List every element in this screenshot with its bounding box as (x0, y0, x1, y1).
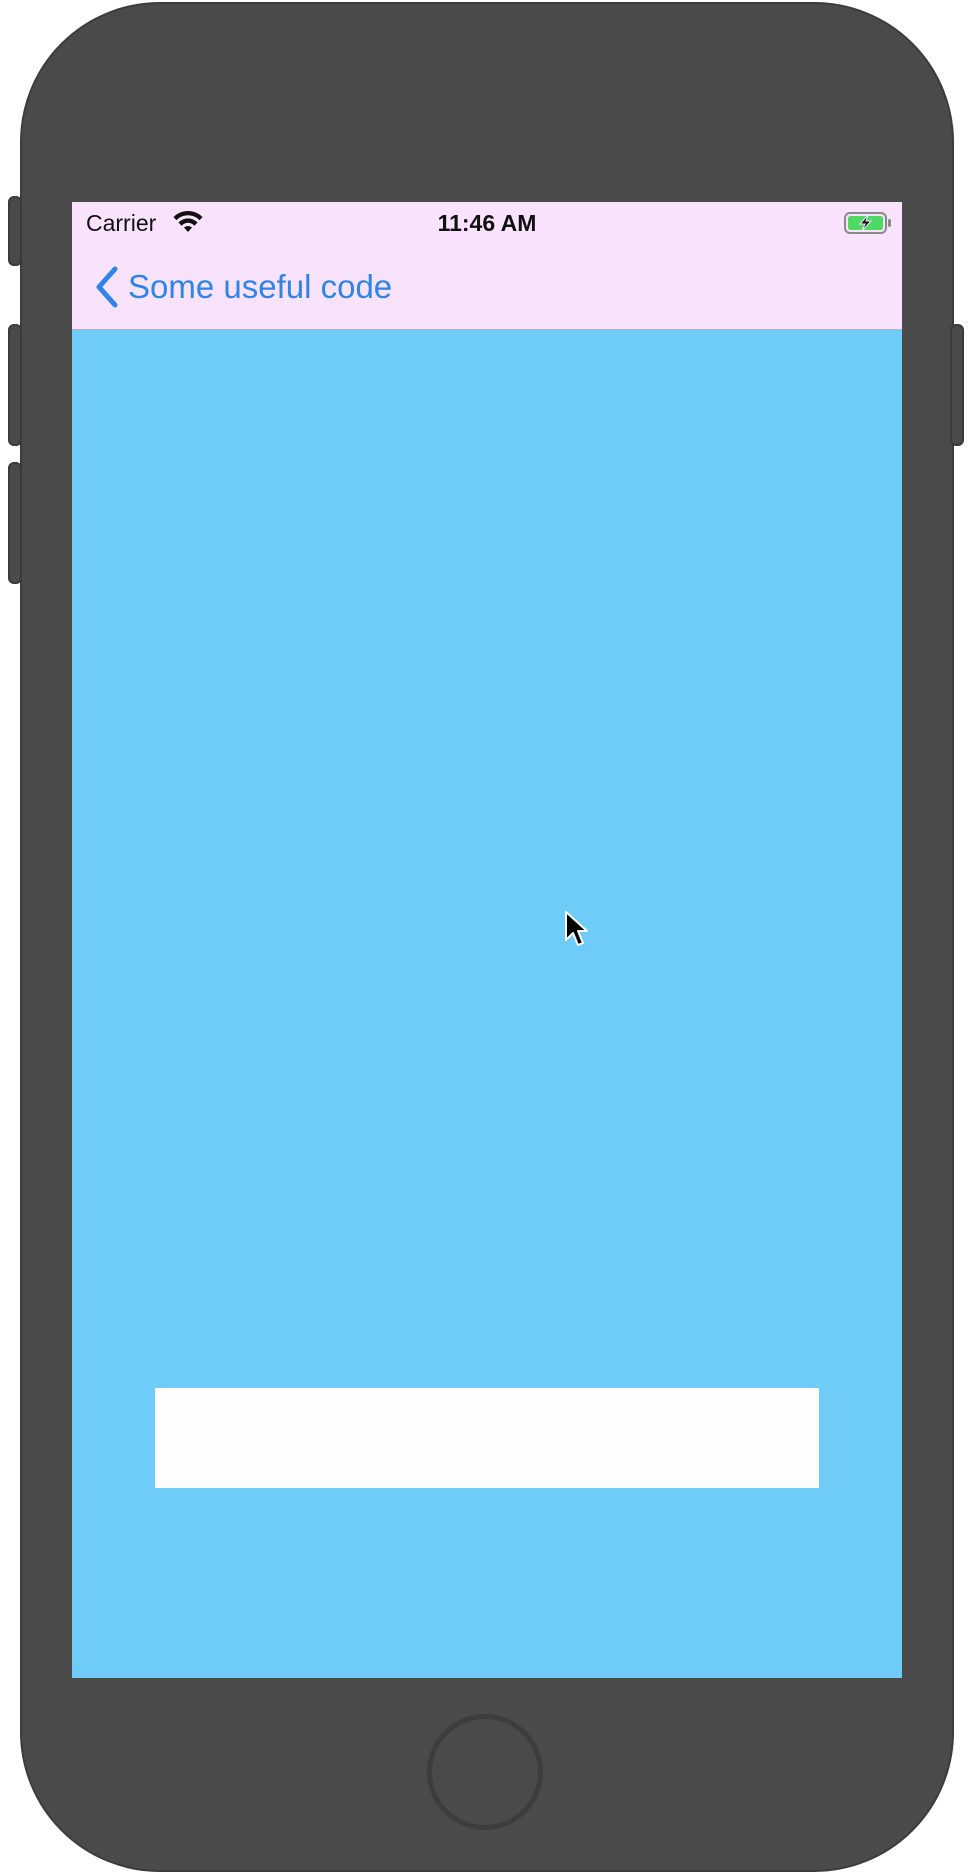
volume-up-button (8, 324, 22, 446)
back-button-label: Some useful code (128, 268, 393, 305)
status-bar: Carrier 11:46 AM (72, 202, 902, 242)
chevron-left-icon (96, 266, 118, 308)
mouse-pointer-icon (565, 911, 588, 946)
back-button[interactable]: Some useful code (94, 264, 392, 310)
battery-charging-icon (844, 212, 891, 234)
status-time: 11:46 AM (437, 210, 537, 236)
home-button[interactable] (427, 1714, 543, 1830)
volume-down-button (8, 462, 22, 584)
text-input[interactable] (155, 1388, 819, 1488)
power-button (950, 324, 964, 446)
silent-switch (8, 196, 22, 266)
navigation-bar: Carrier 11:46 AM Some useful code (72, 202, 902, 330)
screen: Carrier 11:46 AM Some useful code (72, 202, 902, 1678)
